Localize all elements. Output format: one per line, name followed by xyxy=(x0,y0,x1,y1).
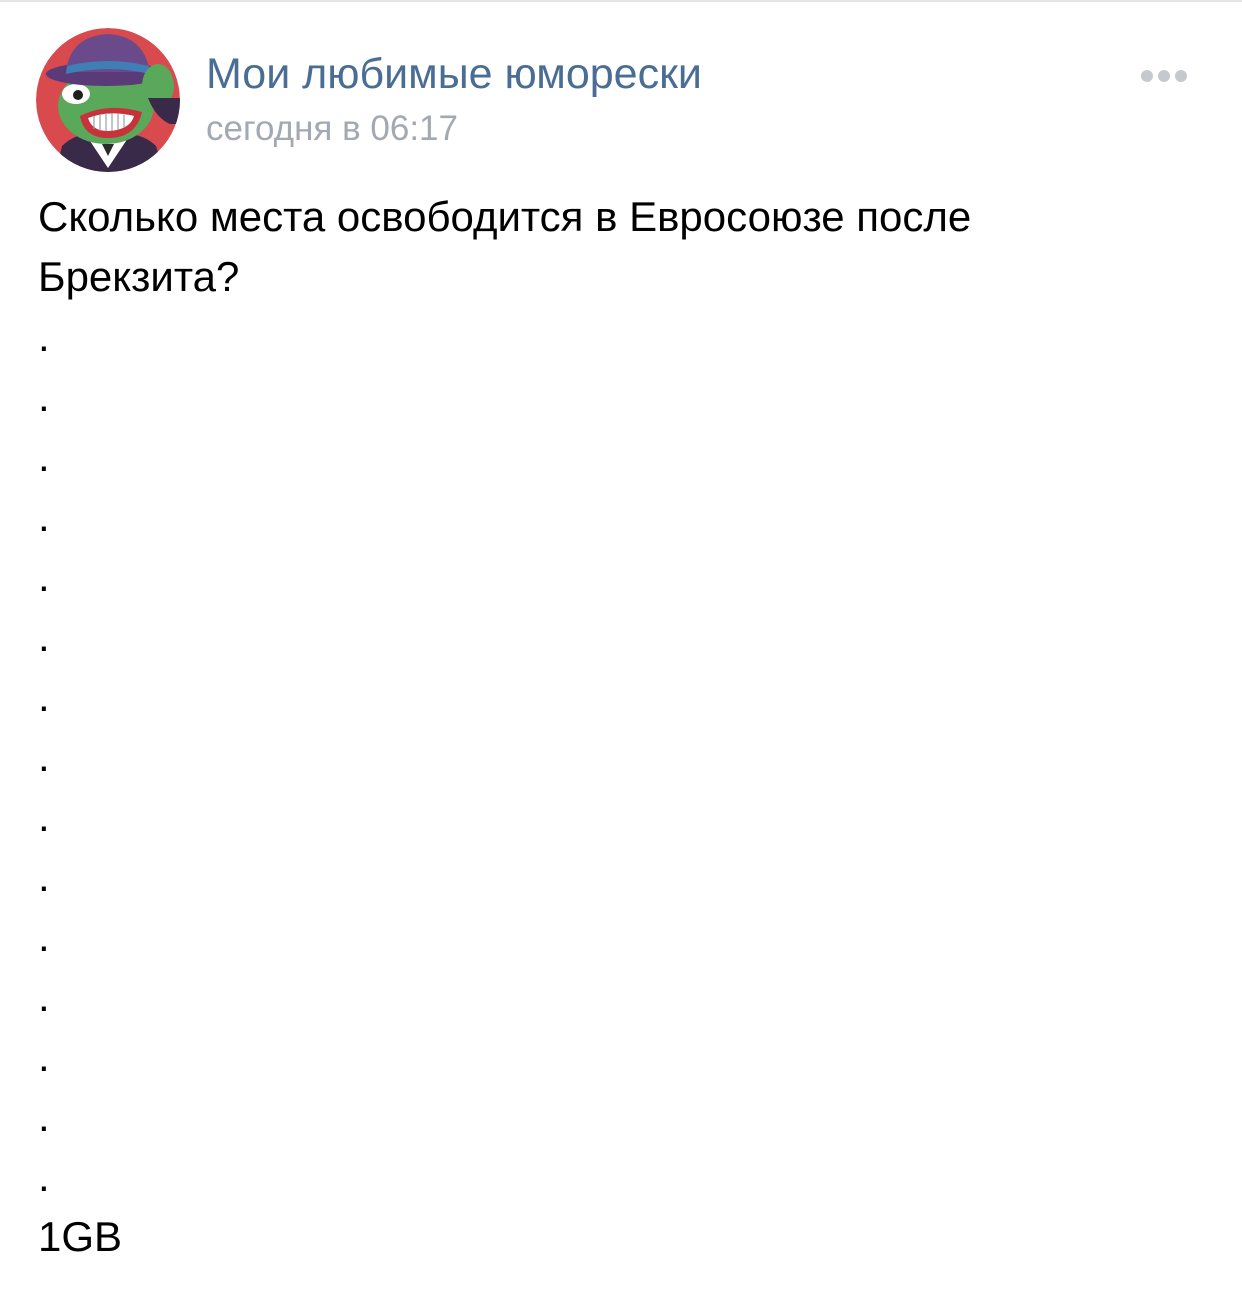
group-avatar[interactable] xyxy=(36,28,180,172)
post-text-line: . xyxy=(38,613,50,660)
post-text-line: . xyxy=(38,793,50,840)
post-text-line: . xyxy=(38,553,50,600)
pepe-avatar-illustration xyxy=(36,28,180,172)
post-text-line: . xyxy=(38,1093,50,1140)
more-horizontal-icon xyxy=(1175,70,1187,82)
post-text-line: . xyxy=(38,433,50,480)
more-horizontal-icon xyxy=(1158,70,1170,82)
post-text-line: . xyxy=(38,673,50,720)
post-text-line: Брекзита? xyxy=(38,253,240,300)
post-timestamp: сегодня в 06:17 xyxy=(206,109,458,148)
post-text-line: . xyxy=(38,973,50,1020)
group-name-link[interactable]: Мои любимые юморески xyxy=(206,48,702,100)
post-text-line: . xyxy=(38,493,50,540)
post-text-line: . xyxy=(38,913,50,960)
more-horizontal-icon xyxy=(1141,70,1153,82)
wall-post: Мои любимые юморески сегодня в 06:17 Ско… xyxy=(0,0,1242,1290)
post-text: Сколько места освободится в Евросоюзе по… xyxy=(38,187,1198,1267)
post-text-line: . xyxy=(38,853,50,900)
post-text-line: . xyxy=(38,313,50,360)
post-text-line: . xyxy=(38,373,50,420)
post-text-line: . xyxy=(38,733,50,780)
post-text-line: . xyxy=(38,1033,50,1080)
more-options-button[interactable] xyxy=(1132,60,1196,92)
post-text-line: . xyxy=(38,1153,50,1200)
post-text-line: Сколько места освободится в Евросоюзе по… xyxy=(38,193,972,240)
post-text-line: 1GB xyxy=(38,1213,123,1260)
